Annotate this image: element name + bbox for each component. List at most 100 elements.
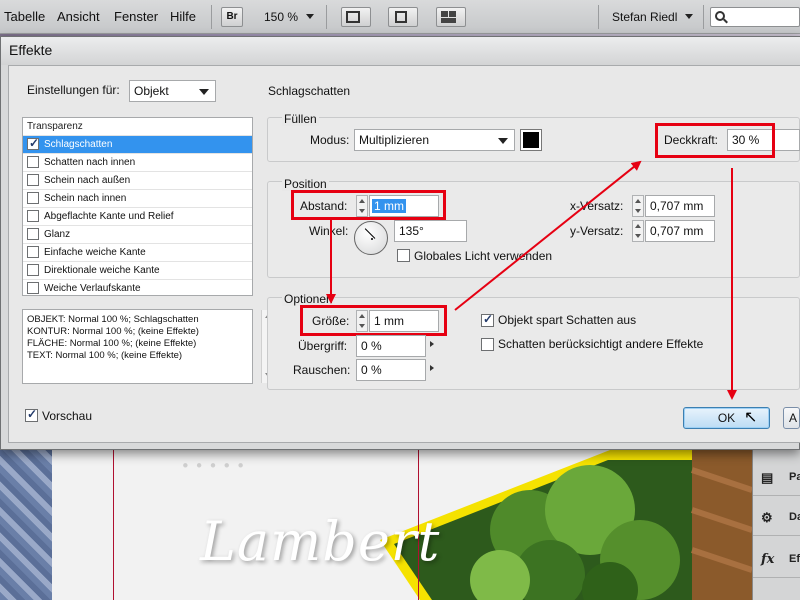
effect-label: Einfache weiche Kante: [44, 247, 146, 258]
x-offset-field[interactable]: 0,707 mm: [645, 195, 715, 217]
panel-tab[interactable]: [753, 584, 800, 600]
effects-summary: OBJEKT: Normal 100 %; Schlagschatten KON…: [22, 309, 274, 384]
screen-mode-icon[interactable]: [341, 7, 371, 27]
knockout-label: Objekt spart Schatten aus: [498, 313, 637, 327]
arrange-documents-icon[interactable]: [436, 7, 466, 27]
effects-header-label: Transparenz: [27, 121, 83, 132]
spread-label: Übergriff:: [298, 339, 348, 353]
toolbar-divider: [703, 5, 704, 29]
summary-line: OBJEKT: Normal 100 %; Schlagschatten: [27, 314, 199, 325]
pages-icon: ▤: [761, 470, 774, 485]
effect-checkbox[interactable]: [27, 156, 39, 168]
effect-checkbox[interactable]: [27, 174, 39, 186]
honor-effects-label: Schatten berücksichtigt andere Effekte: [498, 337, 704, 351]
cancel-button[interactable]: A: [783, 407, 800, 429]
effects-panel-label: Eff: [789, 553, 800, 565]
knockout-checkbox[interactable]: ✓: [481, 312, 494, 327]
highlight-box: [655, 123, 775, 158]
effect-checkbox[interactable]: [27, 246, 39, 258]
effect-item-direktionale-weiche-kante[interactable]: Direktionale weiche Kante: [23, 262, 252, 280]
effect-checkbox[interactable]: [27, 210, 39, 222]
spread-field[interactable]: 0 %: [356, 335, 426, 357]
shadow-color-swatch[interactable]: [520, 129, 542, 151]
effect-item-weiche-verlaufskante[interactable]: Weiche Verlaufskante: [23, 280, 252, 298]
user-name: Stefan Riedl: [612, 10, 678, 24]
effect-item-schlagschatten[interactable]: ✓ Schlagschatten: [23, 136, 252, 154]
user-chevron-down-icon[interactable]: [685, 14, 693, 19]
menu-ansicht[interactable]: Ansicht: [57, 9, 100, 24]
settings-for-value: Objekt: [134, 84, 169, 98]
plaid-image: [0, 450, 52, 600]
preview-label: Vorschau: [42, 409, 93, 423]
effect-item-schatten-nach-innen[interactable]: Schatten nach innen: [23, 154, 252, 172]
data-merge-panel-tab[interactable]: ⚙ Da: [753, 500, 800, 536]
zoom-level[interactable]: 150 %: [264, 10, 298, 24]
effects-list-header: Transparenz: [23, 118, 252, 136]
menu-hilfe[interactable]: Hilfe: [170, 9, 196, 24]
dialog-titlebar[interactable]: Effekte: [1, 37, 800, 65]
honor-effects-checkbox[interactable]: [481, 338, 494, 351]
zoom-chevron-down-icon[interactable]: [306, 14, 314, 19]
y-offset-field[interactable]: 0,707 mm: [645, 220, 715, 242]
data-merge-icon: ⚙: [761, 510, 773, 525]
angle-label: Winkel:: [309, 224, 349, 238]
pages-panel-tab[interactable]: ▤ Pa: [753, 460, 800, 496]
x-offset-label: x-Versatz:: [570, 199, 624, 213]
faded-heading-graphic: ·····: [180, 446, 250, 486]
bridge-button[interactable]: Br: [221, 7, 243, 27]
options-group-title: Optionen: [282, 292, 335, 306]
effect-label: Schein nach außen: [44, 175, 131, 186]
noise-slider-arrow-icon[interactable]: [430, 365, 434, 371]
effect-label: Abgeflachte Kante und Relief: [44, 211, 174, 222]
angle-dial[interactable]: [354, 221, 388, 255]
summary-line: FLÄCHE: Normal 100 %; (keine Effekte): [27, 338, 197, 349]
noise-label: Rauschen:: [293, 363, 351, 377]
search-input[interactable]: [710, 7, 800, 27]
guide-line: [113, 450, 114, 600]
y-offset-stepper[interactable]: [632, 220, 644, 242]
fill-group-title: Füllen: [282, 112, 319, 126]
global-light-label: Globales Licht verwenden: [414, 249, 553, 263]
effect-item-einfache-weiche-kante[interactable]: Einfache weiche Kante: [23, 244, 252, 262]
angle-field[interactable]: 135°: [394, 220, 467, 242]
effect-label: Schlagschatten: [44, 139, 113, 150]
dialog-title: Effekte: [9, 42, 53, 58]
effect-checkbox[interactable]: [27, 192, 39, 204]
menu-tabelle[interactable]: Tabelle: [4, 9, 45, 24]
chevron-down-icon: [199, 89, 209, 95]
settings-for-label: Einstellungen für:: [27, 83, 120, 97]
effects-list: Transparenz ✓ Schlagschatten Schatten na…: [22, 117, 253, 296]
position-group-title: Position: [282, 177, 329, 191]
preview-checkbox[interactable]: ✓: [25, 407, 38, 422]
signature-text: Lambert: [200, 510, 441, 573]
effect-checkbox[interactable]: ✓: [27, 136, 39, 150]
section-heading: Schlagschatten: [268, 84, 351, 98]
effect-item-schein-nach-innen[interactable]: Schein nach innen: [23, 190, 252, 208]
highlight-box: [300, 305, 447, 336]
effects-panel-tab[interactable]: fx Eff: [753, 542, 800, 578]
noise-field[interactable]: 0 %: [356, 359, 426, 381]
global-light-checkbox[interactable]: [397, 249, 410, 262]
spread-slider-arrow-icon[interactable]: [430, 341, 434, 347]
menubar: Tabelle Ansicht Fenster Hilfe Br 150 % S…: [0, 0, 800, 34]
effect-label: Schein nach innen: [44, 193, 127, 204]
summary-line: TEXT: Normal 100 %; (keine Effekte): [27, 350, 183, 361]
effect-item-abgeflachte-kante[interactable]: Abgeflachte Kante und Relief: [23, 208, 252, 226]
view-options-icon[interactable]: [388, 7, 418, 27]
effect-label: Schatten nach innen: [44, 157, 136, 168]
panels-dock: ▤ Pa ⚙ Da fx Eff: [752, 450, 800, 600]
toolbar-divider: [326, 5, 327, 29]
effect-checkbox[interactable]: [27, 264, 39, 276]
toolbar-divider: [211, 5, 212, 29]
effect-label: Glanz: [44, 229, 71, 240]
blend-mode-value: Multiplizieren: [359, 133, 430, 147]
mode-label: Modus:: [310, 133, 350, 147]
effect-checkbox[interactable]: [27, 228, 39, 240]
menu-fenster[interactable]: Fenster: [114, 9, 158, 24]
settings-for-dropdown[interactable]: Objekt: [129, 80, 216, 102]
blend-mode-dropdown[interactable]: Multiplizieren: [354, 129, 515, 151]
effect-checkbox[interactable]: [27, 282, 39, 294]
effect-item-schein-nach-aussen[interactable]: Schein nach außen: [23, 172, 252, 190]
effect-item-glanz[interactable]: Glanz: [23, 226, 252, 244]
x-offset-stepper[interactable]: [632, 195, 644, 217]
